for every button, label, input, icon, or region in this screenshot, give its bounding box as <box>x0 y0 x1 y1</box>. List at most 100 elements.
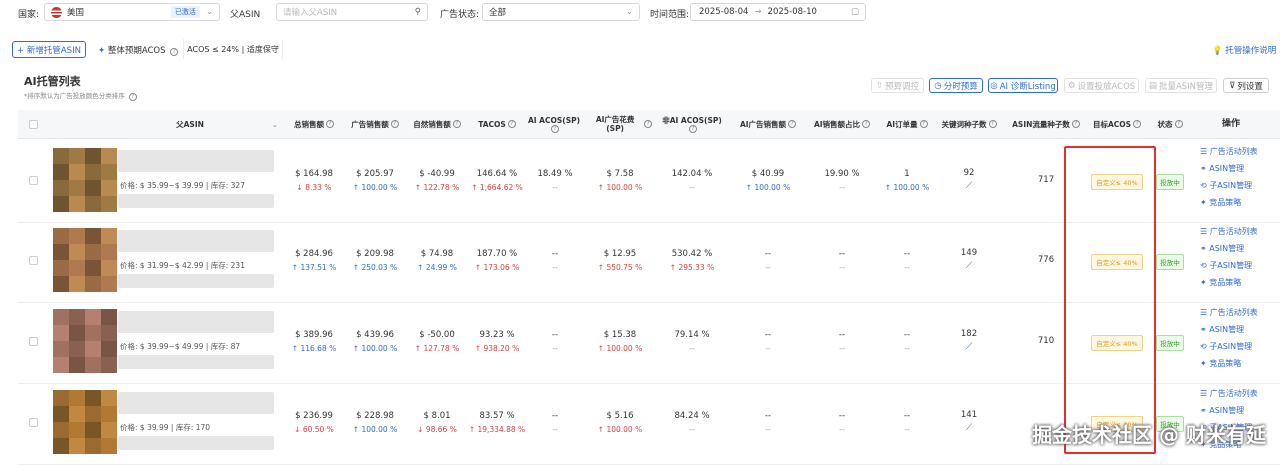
ai-acos-change: -- <box>552 183 558 192</box>
campaign-list-link[interactable]: ☰ 广告活动列表 <box>1200 226 1258 237</box>
col-ai-acos[interactable]: AI ACOS(SP)? <box>526 110 582 138</box>
filter-icon: ⊽ <box>1229 80 1236 91</box>
add-asin-button[interactable]: + 新增托管ASIN <box>12 41 86 58</box>
ai-spend: $ 7.58 ↑ 100.00 % <box>588 169 652 192</box>
col-non-ai-acos[interactable]: 非AI ACOS(SP)? <box>662 110 722 138</box>
product-thumbnail[interactable] <box>53 309 117 373</box>
help-icon: ? <box>1174 120 1183 128</box>
col-tacos[interactable]: TACOS? <box>468 110 526 138</box>
ai-orders: 1 ↑ 100.00 % <box>880 169 934 192</box>
row-actions: ☰ 广告活动列表 ⚭ ASIN管理 ⟲ 子ASIN管理 ✦ 竞品策略 <box>1200 226 1258 294</box>
ad-sales-value: $ 209.98 <box>356 249 394 259</box>
col-total-sales[interactable]: 总销售额? <box>284 110 344 138</box>
gear-icon: ⚙ <box>1067 80 1076 91</box>
help-icon: ? <box>1071 120 1080 128</box>
ai-share-value: 19.90 % <box>824 169 860 179</box>
asin-manage-link[interactable]: ⚭ ASIN管理 <box>1200 405 1258 416</box>
sync-icon: ⟲ <box>1200 261 1210 270</box>
col-target-acos[interactable]: 目标ACOS? <box>1086 110 1148 138</box>
ai-acos-value: -- <box>551 411 559 421</box>
competitor-strategy-label: 竞品策略 <box>1209 359 1242 368</box>
search-icon[interactable]: ⚲ <box>415 7 421 17</box>
trend-chart-icon[interactable]: ⟋ <box>936 181 1002 191</box>
ai-ad-sales-value: $ 40.99 <box>751 169 785 179</box>
col-label: AI ACOS(SP) <box>527 115 581 125</box>
campaign-list-link[interactable]: ☰ 广告活动列表 <box>1200 388 1258 399</box>
column-settings-button[interactable]: ⊽ 列设置 <box>1223 78 1269 93</box>
list-title: AI托管列表 <box>24 75 81 88</box>
competitor-strategy-link[interactable]: ✦ 竞品策略 <box>1200 277 1258 288</box>
col-asin-seeds[interactable]: ASIN流量种子数? <box>1006 110 1086 138</box>
hourly-budget-button[interactable]: ◷ 分时预算 <box>929 78 983 93</box>
competitor-strategy-label: 竞品策略 <box>1209 278 1242 287</box>
col-ad-sales[interactable]: 广告销售额? <box>344 110 406 138</box>
ad-status-select[interactable]: 全部 ⌄ <box>482 3 640 21</box>
organic-sales-value: $ 74.98 <box>420 249 454 259</box>
non-ai-acos-value: 142.04 % <box>671 169 713 179</box>
select-all-checkbox[interactable] <box>29 120 38 129</box>
col-kw-seeds[interactable]: 关键词种子数? <box>936 110 1002 138</box>
budget-icon: ⇧ <box>875 80 884 91</box>
ai-spend: $ 12.95 ↑ 550.75 % <box>588 249 652 272</box>
set-acos-button[interactable]: ⚙ 设置投放ACOS <box>1064 78 1139 93</box>
row-checkbox[interactable] <box>29 176 38 185</box>
child-asin-link[interactable]: ⟲ 子ASIN管理 <box>1200 260 1258 271</box>
col-ai-ad-sales[interactable]: AI广告销售额? <box>732 110 804 138</box>
child-asin-link[interactable]: ⟲ 子ASIN管理 <box>1200 341 1258 352</box>
asin-manage-link[interactable]: ⚭ ASIN管理 <box>1200 324 1258 335</box>
col-status[interactable]: 状态? <box>1148 110 1192 138</box>
col-parent-asin[interactable]: 父ASIN ⌄ <box>100 110 280 138</box>
total-sales: $ 164.98 ↓ 8.33 % <box>284 169 344 192</box>
row-checkbox[interactable] <box>29 418 38 427</box>
list-icon: ☰ <box>1200 147 1210 156</box>
help-icon: ? <box>551 124 559 133</box>
row-checkbox[interactable] <box>29 337 38 346</box>
col-ai-orders[interactable]: AI订单量? <box>880 110 934 138</box>
list-icon: ☰ <box>1200 308 1210 317</box>
total-sales: $ 236.99 ↓ 60.50 % <box>284 411 344 434</box>
col-organic-sales[interactable]: 自然销售额? <box>406 110 468 138</box>
ai-acos-change: -- <box>552 425 558 434</box>
child-asin-link[interactable]: ⟲ 子ASIN管理 <box>1200 180 1258 191</box>
ai-ad-sales-value: -- <box>764 330 772 340</box>
col-ai-spend[interactable]: AI广告花费(SP)? <box>588 110 652 138</box>
product-thumbnail[interactable] <box>53 148 117 212</box>
campaign-list-label: 广告活动列表 <box>1209 147 1258 156</box>
ai-diagnose-button[interactable]: ◎ AI 诊断Listing <box>988 78 1058 93</box>
ai-share: -- -- <box>806 249 878 272</box>
trend-chart-icon[interactable]: ⟋ <box>936 423 1002 433</box>
country-select[interactable]: 美国 已激活 ⌄ <box>44 3 220 21</box>
budget-control-button[interactable]: ⇧ 预算调控 <box>871 78 924 93</box>
competitor-strategy-link[interactable]: ✦ 竞品策略 <box>1200 358 1258 369</box>
sync-icon: ⟲ <box>1200 181 1210 190</box>
product-thumbnail[interactable] <box>53 228 117 292</box>
date-range-picker[interactable]: 2025-08-04 → 2025-08-10 ▢ <box>690 3 866 21</box>
non-ai-acos: 142.04 % -- <box>662 169 722 192</box>
product-thumbnail[interactable] <box>53 390 117 454</box>
chevron-down-icon: ⌄ <box>625 7 633 17</box>
ad-sales: $ 205.97 ↑ 100.00 % <box>344 169 406 192</box>
asin-manage-link[interactable]: ⚭ ASIN管理 <box>1200 243 1258 254</box>
product-meta-blurred <box>118 355 274 369</box>
asin-manage-link[interactable]: ⚭ ASIN管理 <box>1200 163 1258 174</box>
row-checkbox[interactable] <box>29 256 38 265</box>
clock-icon: ◷ <box>934 80 942 91</box>
ai-spend-value: $ 12.95 <box>603 249 637 259</box>
col-ai-share[interactable]: AI销售额占比? <box>806 110 878 138</box>
competitor-strategy-link[interactable]: ✦ 竞品策略 <box>1200 197 1258 208</box>
batch-asin-button[interactable]: ▤ 批量ASIN管理 <box>1145 78 1217 93</box>
help-link[interactable]: 💡 托管操作说明 <box>1212 44 1276 56</box>
trend-chart-icon[interactable]: ⟋ <box>936 261 1002 271</box>
col-label: 状态 <box>1157 119 1173 129</box>
campaign-list-link[interactable]: ☰ 广告活动列表 <box>1200 307 1258 318</box>
campaign-list-link[interactable]: ☰ 广告活动列表 <box>1200 146 1258 157</box>
list-subtitle-text: *排序默认为广告投放颜色分类排序 <box>24 92 125 100</box>
ad-status-value: 全部 <box>489 8 507 18</box>
trend-chart-icon[interactable]: ⟋ <box>936 342 1002 352</box>
organic-sales-value: $ -50.00 <box>419 330 455 340</box>
non-ai-acos-value: 79.14 % <box>674 330 710 340</box>
parent-asin-input[interactable]: 请输入父ASIN ⚲ <box>276 3 428 21</box>
overall-acos[interactable]: ✦ 整体预期ACOS ? <box>98 44 179 56</box>
ad-sales-change: ↑ 100.00 % <box>352 183 398 192</box>
ai-ad-sales-change: -- <box>765 425 771 434</box>
